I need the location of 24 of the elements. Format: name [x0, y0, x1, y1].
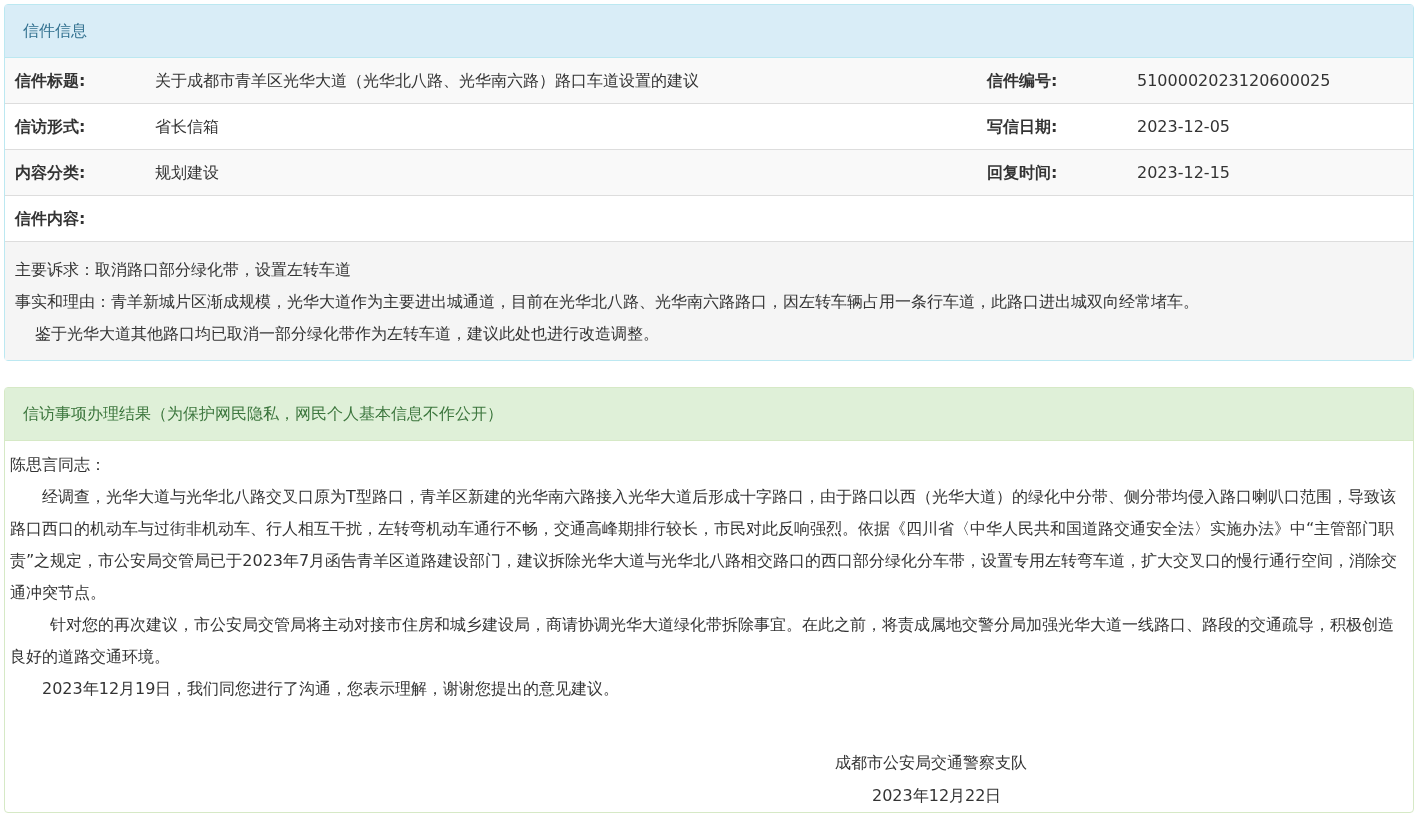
field-label: 内容分类:: [14, 161, 87, 184]
reply-paragraph: 2023年12月19日，我们同您进行了沟通，您表示理解，谢谢您提出的意见建议。: [41, 678, 621, 700]
field-label: 信件编号:: [987, 69, 1059, 92]
field-value: 规划建设: [155, 161, 220, 184]
salutation-text: 陈思言同志：: [10, 454, 107, 476]
field-value: 关于成都市青羊区光华大道（光华北八路、光华南六路）路口车道设置的建议: [155, 69, 700, 92]
field-value: 5100002023120600025: [1137, 69, 1331, 92]
content-paragraph: 主要诉求：取消路口部分绿化带，设置左转车道: [15, 259, 352, 281]
field-label: 信件标题:: [13, 69, 87, 92]
signature-text: 成都市公安局交通警察支队: [834, 752, 1028, 774]
content-paragraph: 事实和理由：青羊新城片区渐成规模，光华大道作为主要进出城通道，目前在光华北八路、光华南六路路口，因左转车辆占用一条行车道，此路口进出城双向经常堵车。: [15, 291, 1200, 313]
reply-paragraph: 针对您的再次建议，市公安局交管局将主动对接市住房和城乡建设局，商请协调光华大道绿化带拆除事宜。在此之前，将责成属地交警分局加强光华大道一线路口、路段的交通疏导，积极创造良好的道路交通环境。: [10, 614, 1395, 668]
field-value: 2023-12-05: [1137, 115, 1230, 138]
field-label: 写信日期:: [987, 115, 1059, 138]
field-label: 信件内容:: [13, 207, 87, 230]
signature-date: 2023年12月22日: [871, 785, 1003, 807]
panel-title: 信访事项办理结果（为保护网民隐私，网民个人基本信息不作公开）: [5, 388, 1413, 441]
field-label: 信访形式:: [13, 115, 87, 138]
content-paragraph: 鉴于光华大道其他路口均已取消一部分绿化带作为左转车道，建议此处也进行改造调整。: [34, 323, 660, 345]
field-label: 回复时间:: [987, 161, 1059, 184]
field-value: 省长信箱: [155, 115, 220, 138]
field-value: 2023-12-15: [1137, 161, 1230, 184]
reply-paragraph: 经调查，光华大道与光华北八路交叉口原为T型路口，青羊区新建的光华南六路接入光华大道后形成十字路口，由于路口以西（光华大道）的绿化中分带、侧分带均侵入路口喇叭口范围，导致该路口西口的机动车与过街非机动车、行人相互干扰，左转弯机动车通行不畅，交通高峰期排行较长，市民对此反响强烈。依据《四川省〈中华人民共和国道路交通安全法〉实施办法》中“主管部门职责”之规定，市公安局交管局已于2023年7月函告青羊区道路建设部门，建议拆除光华大道与光华北八路相交路口的西口部分绿化分车带，设置专用左转弯车道，扩大交叉口的慢行通行空间，消除交通冲突节点。: [10, 486, 1399, 604]
panel-title: 信件信息: [5, 5, 1413, 58]
